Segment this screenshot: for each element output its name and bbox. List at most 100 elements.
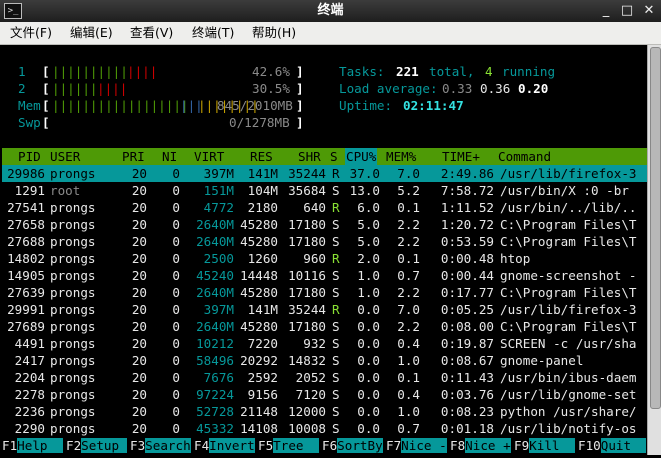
cell-mem: 2.2 (397, 319, 420, 334)
cell-shr: 17180 (288, 285, 326, 300)
process-row[interactable]: 2204 prongs 20 0 7676 2592 2052 S 0.0 0.1 0:11.43 /… (2, 369, 647, 386)
menu-terminal[interactable]: 终端(T) (192, 25, 234, 41)
cell-cpu: 5.0 (357, 234, 380, 249)
cell-user: prongs (50, 268, 96, 283)
process-row[interactable]: 2290 prongs 20 0 45332 14108 10008 S 0.0 0.7 0:01.… (2, 420, 647, 437)
process-row[interactable]: 27688 prongs 20 0 2640M 45280 17180 S 5.0 2.2 0:53… (2, 233, 647, 250)
cell-user: prongs (50, 404, 96, 419)
cell-mem: 5.2 (397, 183, 420, 198)
process-row[interactable]: 14802 prongs 20 0 2500 1260 960 R 2.0 0.1 0:00.48 h… (2, 250, 647, 267)
process-row[interactable]: 2236 prongs 20 0 52728 21148 12000 S 0.0 1.0 0:08.… (2, 403, 647, 420)
fkey-f10[interactable]: F10Quit (578, 437, 647, 454)
minimize-button[interactable]: _ (597, 2, 615, 20)
col-cpu-sorted[interactable]: CPU% (345, 148, 378, 165)
mem-value: 845/2010MB (217, 98, 293, 113)
uptime-value: 02:11:47 (403, 98, 464, 113)
col-time[interactable]: TIME+ (442, 148, 480, 165)
col-state[interactable]: S (330, 148, 338, 165)
cell-cpu: 37.0 (349, 166, 380, 181)
col-command[interactable]: Command (498, 148, 551, 165)
col-shr[interactable]: SHR (298, 148, 321, 165)
cpu1-value: 42.6% (252, 64, 290, 79)
process-row[interactable]: 27639 prongs 20 0 2640M 45280 17180 S 1.0 2.2 0:17… (2, 284, 647, 301)
cell-mem: 2.2 (397, 285, 420, 300)
cell-ni: 0 (172, 200, 180, 215)
fkey-label: Nice + (465, 438, 511, 453)
cell-pri: 20 (131, 183, 147, 198)
process-row[interactable]: 14905 prongs 20 0 45240 14448 10116 S 1.0 0.7 0:00… (2, 267, 647, 284)
scrollbar[interactable] (647, 45, 661, 455)
cell-shr: 17180 (288, 217, 326, 232)
process-row[interactable]: 29991 prongs 20 0 397M 141M 35244 R 0.0 7.0 0:05.2… (2, 301, 647, 318)
process-row[interactable]: 27658 prongs 20 0 2640M 45280 17180 S 5.0 2.2 1:20… (2, 216, 647, 233)
cell-virt: 2640M (196, 319, 234, 334)
col-pri[interactable]: PRI (122, 148, 145, 165)
fkey-f4[interactable]: F4Invert (194, 437, 255, 454)
cell-shr: 10116 (288, 268, 326, 283)
fkey-f8[interactable]: F8Nice + (450, 437, 511, 454)
cell-time: 0:53.59 (440, 234, 494, 249)
col-virt[interactable]: VIRT (194, 148, 224, 165)
close-button[interactable]: ✕ (640, 2, 658, 20)
cell-cmd: C:\Program Files\T (500, 234, 637, 249)
process-row[interactable]: 2417 prongs 20 0 58496 20292 14832 S 0.0 1.0 0:08.… (2, 352, 647, 369)
fkey-f5[interactable]: F5Tree (258, 437, 319, 454)
cell-res: 7220 (247, 336, 278, 351)
scrollbar-thumb[interactable] (650, 47, 661, 409)
cell-mem: 0.7 (397, 421, 420, 436)
cell-cmd: htop (500, 251, 531, 266)
cell-s: S (332, 370, 340, 385)
menu-edit[interactable]: 编辑(E) (70, 25, 113, 41)
process-row[interactable]: 27541 prongs 20 0 4772 2180 640 R 6.0 0.1 1:11.52 /… (2, 199, 647, 216)
process-row-selected[interactable]: 29986 prongs 20 0 397M 141M 35244 R 37.0 7.0 2:49.… (2, 165, 647, 182)
col-mem[interactable]: MEM% (386, 148, 416, 165)
process-row[interactable]: 27689 prongs 20 0 2640M 45280 17180 S 0.0 2.2 0:08… (2, 318, 647, 335)
cell-mem: 0.1 (397, 251, 420, 266)
cell-ni: 0 (172, 217, 180, 232)
fkey-f1[interactable]: F1Help (2, 437, 63, 454)
cell-time: 0:00.44 (440, 268, 494, 283)
title-bar[interactable]: >_ 终端 _ □ ✕ (0, 0, 661, 22)
col-res[interactable]: RES (250, 148, 273, 165)
cell-cpu: 13.0 (349, 183, 380, 198)
cell-user: prongs (50, 251, 96, 266)
col-ni[interactable]: NI (162, 148, 177, 165)
maximize-button[interactable]: □ (618, 2, 636, 20)
cell-time: 1:20.72 (440, 217, 494, 232)
process-row[interactable]: 2278 prongs 20 0 97224 9156 7120 S 0.0 0.4 0:03.76… (2, 386, 647, 403)
cell-virt: 45332 (196, 421, 234, 436)
menu-file[interactable]: 文件(F) (10, 25, 52, 41)
cell-cmd: C:\Program Files\T (500, 319, 637, 334)
terminal-area[interactable]: 1 [ |||||||||| |||| 42.6% ] 2 [ |||||| |… (2, 45, 647, 455)
cell-res: 14108 (240, 421, 278, 436)
fkey-f6[interactable]: F6SortBy (322, 437, 383, 454)
col-pid[interactable]: PID (18, 148, 41, 165)
cell-pri: 20 (131, 336, 147, 351)
cell-res: 141M (247, 166, 278, 181)
cell-ni: 0 (172, 353, 180, 368)
cell-shr: 17180 (288, 319, 326, 334)
cell-pid: 27688 (7, 234, 45, 249)
cell-time: 0:00.48 (440, 251, 494, 266)
fkey-label: Help (17, 438, 63, 453)
fkey-label: Nice - (401, 438, 447, 453)
menu-view[interactable]: 查看(V) (130, 25, 173, 41)
col-user[interactable]: USER (50, 148, 80, 165)
fkey-f7[interactable]: F7Nice - (386, 437, 447, 454)
fkey-f9[interactable]: F9Kill (514, 437, 575, 454)
cell-pid: 29991 (7, 302, 45, 317)
menu-help[interactable]: 帮助(H) (252, 25, 296, 41)
fkey-f3[interactable]: F3Search (130, 437, 191, 454)
process-row[interactable]: 1291 root 20 0 151M 104M 35684 S 13.0 5.2 7:58.72 /… (2, 182, 647, 199)
cell-user: prongs (50, 200, 96, 215)
cell-cpu: 0.0 (357, 404, 380, 419)
uptime-label: Uptime: (339, 98, 393, 113)
process-row[interactable]: 4491 prongs 20 0 10212 7220 932 S 0.0 0.4 0:19.87 S… (2, 335, 647, 352)
cell-time: 2:49.86 (440, 166, 494, 181)
tasks-running-label: running (502, 64, 556, 79)
cell-mem: 0.7 (397, 268, 420, 283)
cell-shr: 35244 (288, 302, 326, 317)
cell-user: prongs (50, 234, 96, 249)
fkey-f2[interactable]: F2Setup (66, 437, 127, 454)
cell-cmd: python /usr/share/ (500, 404, 637, 419)
